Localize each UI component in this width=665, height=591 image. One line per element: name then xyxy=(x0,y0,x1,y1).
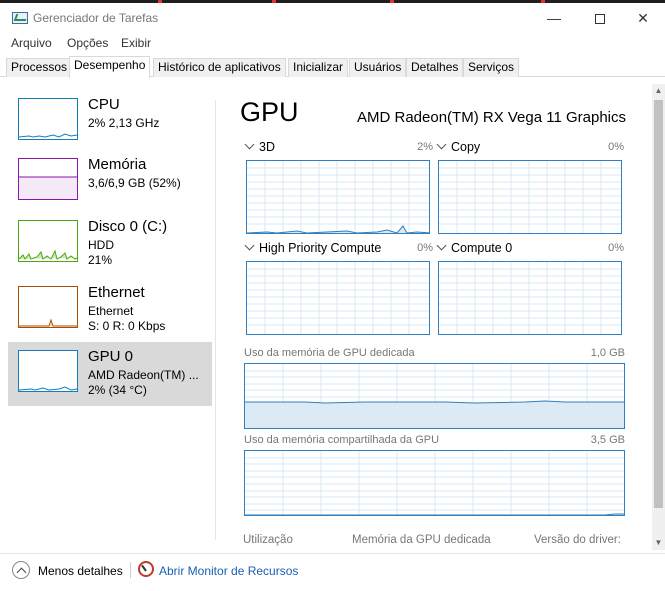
engine-copy-percent: 0% xyxy=(608,141,624,153)
tab-servicos[interactable]: Serviços xyxy=(463,58,520,77)
engine-copy-graph xyxy=(438,160,622,234)
chevron-down-icon xyxy=(244,139,255,150)
resource-name: Memória xyxy=(88,156,147,173)
window-title: Gerenciador de Tarefas xyxy=(33,11,159,25)
engine-compute0-percent: 0% xyxy=(608,242,624,254)
resource-detail: AMD Radeon(TM) ... xyxy=(88,368,199,382)
resource-detail: HDD xyxy=(88,238,114,252)
shared-memory-label: Uso da memória compartilhada da GPU xyxy=(244,434,440,446)
tab-detalhes[interactable]: Detalhes xyxy=(406,58,464,77)
engine-3d-label: 3D xyxy=(259,140,275,154)
resource-memory[interactable]: Memória 3,6/6,9 GB (52%) xyxy=(8,150,212,214)
open-resource-monitor-link[interactable]: Abrir Monitor de Recursos xyxy=(159,564,298,578)
resource-usage: 21% xyxy=(88,253,113,267)
chevron-down-icon xyxy=(436,139,447,150)
dedicated-memory-graph xyxy=(244,363,625,429)
stat-dedicated-memory-label: Memória da GPU dedicada xyxy=(352,534,491,546)
tab-inicializar[interactable]: Inicializar xyxy=(288,58,349,77)
scroll-down-arrow-icon[interactable]: ▼ xyxy=(652,536,665,550)
tab-usuarios[interactable]: Usuários xyxy=(349,58,407,77)
page-title: GPU xyxy=(240,97,299,127)
resource-usage: 2% (34 °C) xyxy=(88,383,147,397)
resource-name: Ethernet xyxy=(88,284,145,301)
pane-divider xyxy=(215,100,216,540)
footer-bar: Menos detalhes Abrir Monitor de Recursos xyxy=(0,553,665,591)
dedicated-memory-label: Uso da memória de GPU dedicada xyxy=(244,347,415,359)
tab-strip: Processos Desempenho Histórico de aplica… xyxy=(0,56,665,78)
resource-detail: Ethernet xyxy=(88,304,134,318)
gpu-thumbnail-graph xyxy=(18,350,78,392)
tab-processos[interactable]: Processos xyxy=(6,58,73,77)
resource-usage: S: 0 R: 0 Kbps xyxy=(88,319,166,333)
engine-3d-percent: 2% xyxy=(417,141,433,153)
gpu-model-name: AMD Radeon(TM) RX Vega 11 Graphics xyxy=(357,109,626,126)
engine-compute0-selector[interactable]: Compute 0 xyxy=(436,240,513,255)
engine-compute0-label: Compute 0 xyxy=(451,241,513,255)
minimize-button[interactable]: — xyxy=(531,3,577,33)
resource-ethernet[interactable]: Ethernet Ethernet S: 0 R: 0 Kbps xyxy=(8,278,212,342)
resource-monitor-icon[interactable] xyxy=(138,561,154,577)
stat-utilization-label: Utilização xyxy=(243,534,293,546)
resource-cpu[interactable]: CPU 2% 2,13 GHz xyxy=(8,90,212,154)
chevron-down-icon xyxy=(436,240,447,251)
menu-opcoes[interactable]: Opções xyxy=(67,36,108,50)
fewer-details-button[interactable]: Menos detalhes xyxy=(38,564,123,578)
engine-high-priority-percent: 0% xyxy=(417,242,433,254)
task-manager-icon xyxy=(12,12,28,24)
tab-desempenho[interactable]: Desempenho xyxy=(69,56,151,78)
resource-name: CPU xyxy=(88,96,120,113)
footer-separator xyxy=(130,562,131,578)
close-button[interactable]: ✕ xyxy=(620,3,665,33)
engine-copy-label: Copy xyxy=(451,140,481,154)
stat-driver-version-label: Versão do driver: xyxy=(534,534,621,546)
resource-gpu[interactable]: GPU 0 AMD Radeon(TM) ... 2% (34 °C) xyxy=(8,342,212,406)
resource-detail: 3,6/6,9 GB (52%) xyxy=(88,176,181,190)
resource-list: CPU 2% 2,13 GHz Memória 3,6/6,9 GB (52%)… xyxy=(0,78,215,548)
shared-memory-max: 3,5 GB xyxy=(590,434,625,446)
title-bar: Gerenciador de Tarefas — ✕ xyxy=(0,3,665,33)
engine-3d-graph xyxy=(246,160,430,234)
tab-historico[interactable]: Histórico de aplicativos xyxy=(153,58,286,77)
engine-compute0-graph xyxy=(438,261,622,335)
engine-high-priority-selector[interactable]: High Priority Compute xyxy=(244,240,382,255)
scroll-thumb[interactable] xyxy=(654,100,663,508)
chevron-down-icon xyxy=(244,240,255,251)
engine-high-priority-graph xyxy=(246,261,430,335)
memory-thumbnail-graph xyxy=(18,158,78,200)
menu-arquivo[interactable]: Arquivo xyxy=(11,36,52,50)
shared-memory-graph xyxy=(244,450,625,516)
engine-3d-selector[interactable]: 3D xyxy=(244,139,275,154)
resource-detail: 2% 2,13 GHz xyxy=(88,116,160,130)
chevron-up-circle-icon[interactable] xyxy=(12,561,30,579)
dedicated-memory-max: 1,0 GB xyxy=(590,347,625,359)
disk-thumbnail-graph xyxy=(18,220,78,262)
menu-exibir[interactable]: Exibir xyxy=(121,36,151,50)
ethernet-thumbnail-graph xyxy=(18,286,78,328)
cpu-thumbnail-graph xyxy=(18,98,78,140)
engine-copy-selector[interactable]: Copy xyxy=(436,139,481,154)
scroll-up-arrow-icon[interactable]: ▲ xyxy=(652,84,665,98)
maximize-button[interactable] xyxy=(577,3,623,33)
maximize-icon xyxy=(595,14,605,25)
engine-high-priority-label: High Priority Compute xyxy=(259,241,382,255)
resource-disk[interactable]: Disco 0 (C:) HDD 21% xyxy=(8,212,212,276)
resource-name: Disco 0 (C:) xyxy=(88,218,168,235)
resource-name: GPU 0 xyxy=(88,348,134,365)
vertical-scrollbar[interactable]: ▲ ▼ xyxy=(652,84,665,550)
